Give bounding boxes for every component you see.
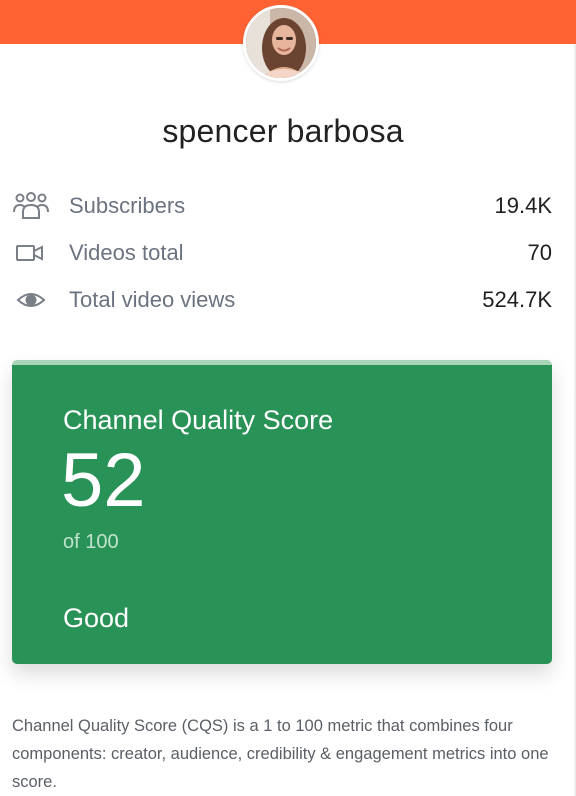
stat-value: 70 <box>527 240 552 265</box>
channel-avatar <box>243 5 319 81</box>
video-camera-icon <box>12 238 50 268</box>
cqs-title: Channel Quality Score <box>63 405 334 435</box>
cqs-rating: Good <box>63 603 130 633</box>
stat-row-views: Total video views 524.7K <box>12 282 552 318</box>
avatar-photo <box>246 8 316 78</box>
stat-label: Subscribers <box>69 193 186 218</box>
stat-row-videos: Videos total 70 <box>12 235 552 271</box>
cqs-score: 52 <box>61 438 146 523</box>
eye-icon <box>12 285 50 315</box>
stat-value: 524.7K <box>482 287 552 312</box>
channel-quality-score-card: Channel Quality Score 52 of 100 Good <box>12 360 552 664</box>
stat-label: Videos total <box>69 240 184 265</box>
users-icon <box>12 191 50 221</box>
cqs-description: Channel Quality Score (CQS) is a 1 to 10… <box>12 717 549 791</box>
channel-name: spencer barbosa <box>162 113 404 149</box>
cqs-max-label: of 100 <box>63 531 119 553</box>
stat-row-subscribers: Subscribers 19.4K <box>12 188 552 224</box>
stat-value: 19.4K <box>494 193 553 218</box>
stat-label: Total video views <box>69 287 236 312</box>
